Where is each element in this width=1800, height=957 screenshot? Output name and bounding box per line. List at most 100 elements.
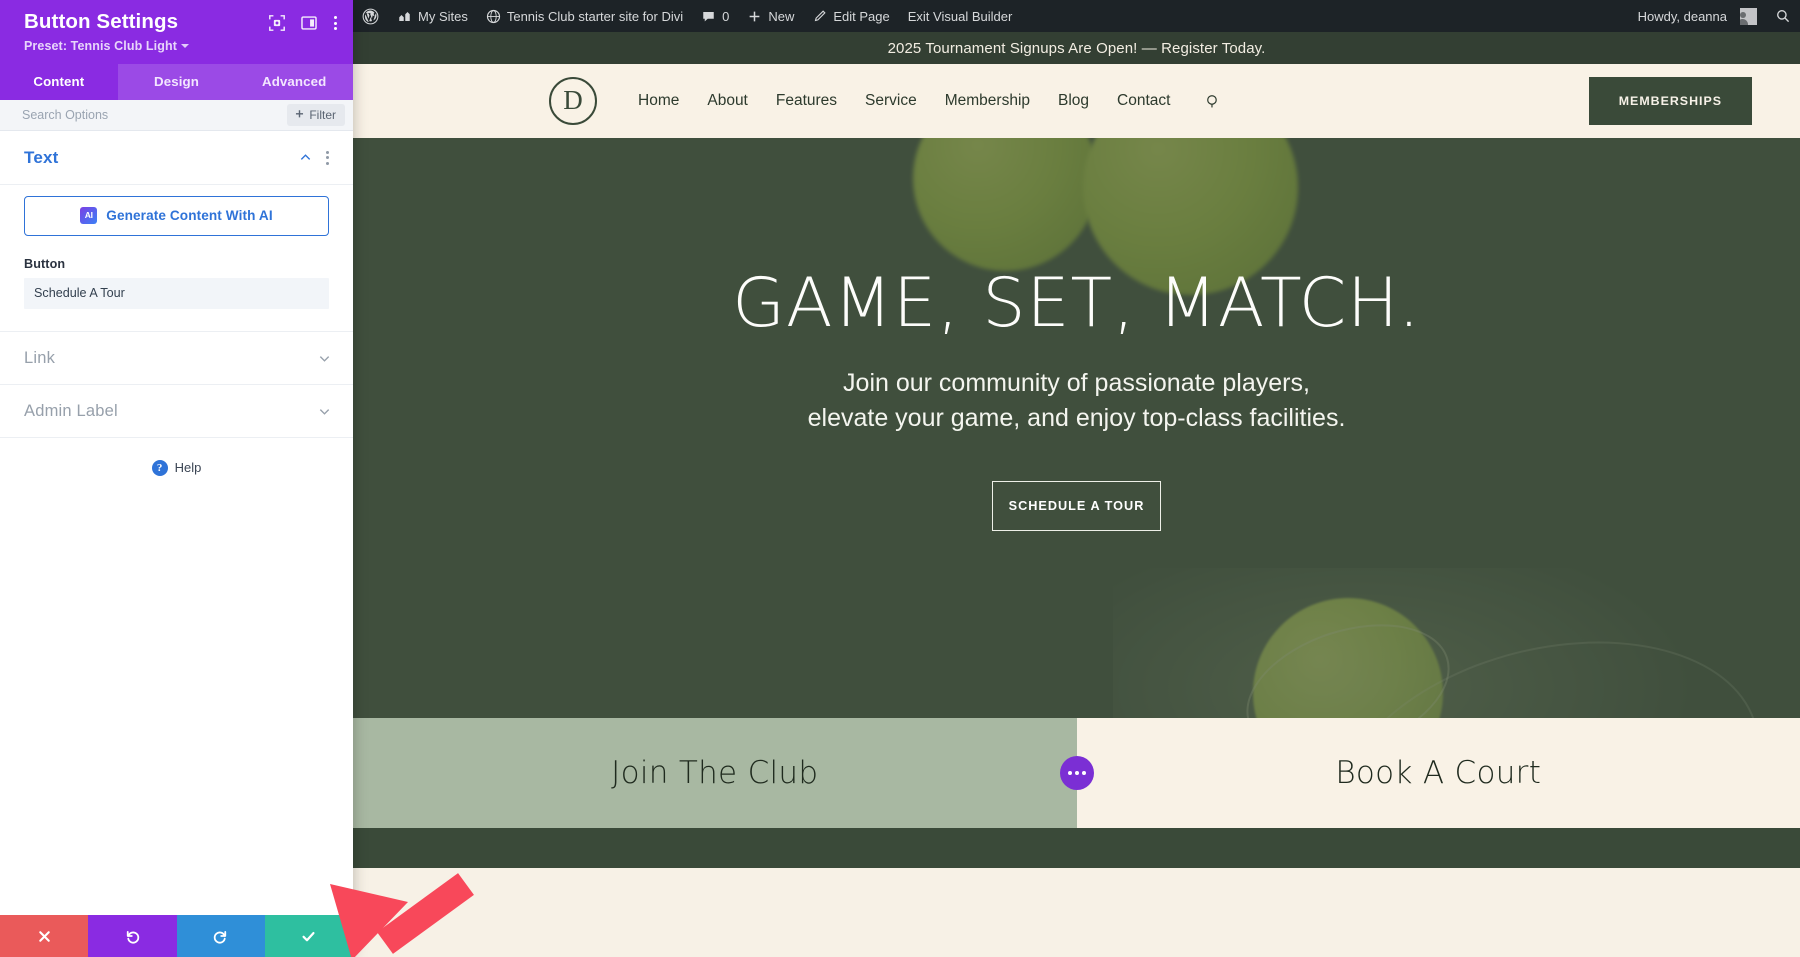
redo-button[interactable] [176,915,265,957]
checkmark-icon [302,931,315,941]
admin-bar-account-menu[interactable]: Howdy, deanna [1629,0,1766,32]
wordpress-logo-button[interactable] [353,0,388,32]
button-settings-panel: Button Settings Preset: Tennis Club Ligh… [0,0,353,957]
generate-ai-label: Generate Content With AI [106,207,273,223]
section-header-admin-label[interactable]: Admin Label [0,385,353,438]
admin-bar-item-my-sites[interactable]: My Sites [388,0,477,32]
generate-content-with-ai-button[interactable]: AI Generate Content With AI [24,195,329,236]
admin-bar-item-edit-page[interactable]: Edit Page [803,0,898,32]
help-question-icon: ? [151,459,168,476]
nav-link-blog[interactable]: Blog [1058,92,1089,110]
panel-tabs: Content Design Advanced [0,63,353,100]
site-navigation: D Home About Features Service Membership… [353,64,1800,138]
search-input[interactable] [22,107,202,122]
site-logo[interactable]: D [549,77,597,125]
hero-heading: GAME, SET, MATCH. [732,264,1421,343]
plus-icon [749,11,760,21]
admin-bar-comment-count: 0 [722,8,730,24]
nav-link-service[interactable]: Service [865,92,917,110]
nav-link-home[interactable]: Home [638,92,679,110]
avatar [1740,7,1757,25]
section-title-admin-label: Admin Label [24,401,118,420]
section-header-link[interactable]: Link [0,332,353,385]
dot-1 [1067,771,1072,775]
save-button[interactable] [264,915,353,957]
section-actions-text [299,149,331,167]
admin-bar-item-exit-visual-builder[interactable]: Exit Visual Builder [899,0,1022,32]
undo-button[interactable] [88,915,177,957]
panel-header: Button Settings Preset: Tennis Club Ligh… [0,0,353,64]
hero-subtext-line-2: elevate your game, and enjoy top-class f… [807,403,1346,432]
help-link[interactable]: ? Help [0,438,353,476]
site-preview: 2025 Tournament Signups Are Open! — Regi… [353,32,1800,957]
nav-link-contact[interactable]: Contact [1117,92,1170,110]
chevron-up-icon[interactable] [299,151,312,164]
join-the-club-panel[interactable]: Join The Club [353,718,1077,828]
admin-bar-item-new[interactable]: New [738,0,803,32]
admin-bar-label-site-name: Tennis Club starter site for Divi [506,8,684,24]
announcement-text: 2025 Tournament Signups Are Open! — Regi… [887,39,1266,57]
hero-section: GAME, SET, MATCH. Join our community of … [353,138,1800,718]
panel-preset[interactable]: Preset: Tennis Club Light [24,39,339,53]
nav-link-features[interactable]: Features [776,92,837,110]
screen-root: My Sites Tennis Club starter site for Di… [0,0,1800,957]
section-kebab-icon[interactable] [324,149,331,167]
section-title-link: Link [24,348,56,367]
button-text-input[interactable] [24,277,329,309]
search-icon [1207,94,1218,107]
module-options-fab[interactable] [1059,756,1094,790]
admin-bar-howdy-label: Howdy, deanna [1637,8,1727,24]
admin-bar-label-my-sites: My Sites [418,8,468,24]
chevron-down-icon[interactable] [318,405,331,418]
section-header-text[interactable]: Text [0,131,353,185]
cancel-button[interactable] [0,915,89,957]
admin-bar-label-exit-vb: Exit Visual Builder [907,8,1013,24]
panel-title: Button Settings [24,10,179,33]
redo-icon [213,930,227,944]
kebab-menu-icon[interactable] [332,14,339,32]
hero-subtext-line-1: Join our community of passionate players… [843,369,1310,398]
admin-bar-search-button[interactable] [1766,0,1800,32]
hero-subtext: Join our community of passionate players… [353,366,1800,435]
pencil-icon [815,9,826,21]
chevron-down-icon [180,43,189,48]
chevron-down-icon[interactable] [318,352,331,365]
panel-preset-label: Preset: Tennis Club Light [24,38,177,53]
wordpress-logo-icon [362,8,379,24]
book-a-court-panel[interactable]: Book A Court [1076,718,1800,828]
panel-search-row: Filter [0,99,353,131]
undo-icon [126,930,140,944]
admin-bar-label-edit-page: Edit Page [833,8,890,24]
nav-link-membership[interactable]: Membership [945,92,1030,110]
panel-body: Text AI Generate Content With AI Button … [0,130,353,957]
nav-link-about[interactable]: About [707,92,748,110]
schedule-a-tour-button[interactable]: SCHEDULE A TOUR [992,481,1161,532]
help-label: Help [174,460,202,476]
tab-advanced[interactable]: Advanced [235,64,353,100]
button-field-label: Button [24,256,66,271]
nav-links: Home About Features Service Membership B… [638,92,1222,110]
search-icon [1777,10,1790,23]
site-logo-letter: D [563,84,583,115]
nav-search-button[interactable] [1205,93,1222,110]
section-content-text: AI Generate Content With AI Button [0,185,353,332]
comment-icon [703,11,714,21]
footer-strip [353,828,1800,868]
memberships-button[interactable]: MEMBERSHIPS [1588,77,1752,125]
tab-design[interactable]: Design [118,64,236,100]
book-a-court-label: Book A Court [1335,755,1542,791]
admin-bar-right-group: Howdy, deanna [1629,0,1800,32]
admin-bar-item-site-name[interactable]: Tennis Club starter site for Divi [477,0,692,32]
admin-bar-label-new: New [768,8,795,24]
layout-panel-icon[interactable] [300,14,318,32]
hero-content: GAME, SET, MATCH. Join our community of … [353,138,1800,532]
site-icon [486,9,500,23]
dot-2 [1074,771,1079,775]
filter-button[interactable]: Filter [287,103,345,126]
tab-content[interactable]: Content [0,63,118,100]
wp-admin-bar: My Sites Tennis Club starter site for Di… [353,0,1800,32]
focus-target-icon[interactable] [268,14,286,32]
plus-icon [296,110,304,118]
join-the-club-label: Join The Club [611,755,819,791]
admin-bar-item-comments[interactable]: 0 [692,0,738,32]
